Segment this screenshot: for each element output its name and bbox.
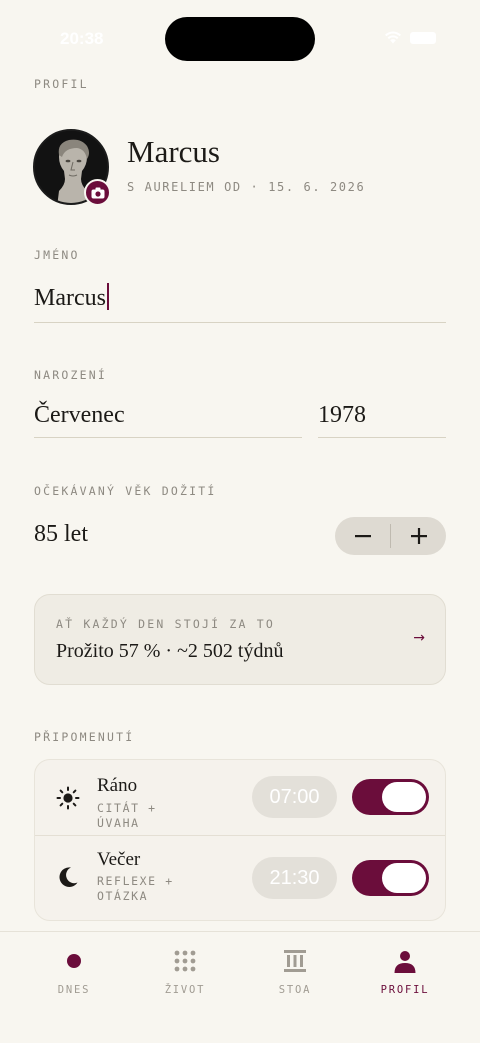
name-input[interactable]: Marcus bbox=[34, 283, 109, 312]
card-label: AŤ KAŽDÝ DEN STOJÍ ZA TO bbox=[56, 617, 275, 631]
tab-bar: DNES ŽIVOT STOA PROFIL bbox=[0, 931, 480, 1043]
reminder-title: Ráno bbox=[97, 775, 138, 796]
toggle-knob bbox=[382, 863, 426, 893]
birth-month-underline bbox=[34, 437, 302, 438]
name-label: JMÉNO bbox=[34, 248, 80, 262]
increase-button[interactable] bbox=[391, 517, 446, 555]
reminder-toggle[interactable] bbox=[352, 779, 429, 815]
reminder-subtitle: CITÁT + ÚVAHA bbox=[97, 801, 157, 830]
profile-name: Marcus bbox=[127, 134, 220, 169]
birth-year-underline bbox=[318, 437, 446, 438]
reminders-list: Ráno CITÁT + ÚVAHA 07:00 Večer REFLEXE +… bbox=[34, 759, 446, 921]
birth-year-input[interactable]: 1978 bbox=[318, 402, 366, 429]
person-icon bbox=[394, 951, 416, 973]
toggle-knob bbox=[382, 782, 426, 812]
status-icons bbox=[384, 31, 436, 44]
reminders-label: PŘIPOMENUTÍ bbox=[34, 730, 135, 744]
tab-stoa[interactable]: STOA bbox=[235, 932, 355, 1012]
life-expectancy-value: 85 let bbox=[34, 521, 88, 547]
column-icon bbox=[284, 950, 306, 972]
name-value: Marcus bbox=[34, 285, 106, 311]
birth-label: NAROZENÍ bbox=[34, 368, 107, 382]
text-caret bbox=[106, 283, 109, 310]
tab-label: DNES bbox=[57, 984, 91, 996]
sun-icon bbox=[56, 786, 80, 810]
reminder-title: Večer bbox=[97, 849, 141, 870]
grid-icon bbox=[174, 950, 196, 972]
tab-dnes[interactable]: DNES bbox=[14, 932, 134, 1012]
reminder-time-button[interactable]: 07:00 bbox=[252, 776, 337, 818]
card-value: Prožito 57 % · ~2 502 týdnů bbox=[56, 640, 284, 662]
page-title: PROFIL bbox=[34, 77, 89, 91]
reminder-toggle[interactable] bbox=[352, 860, 429, 896]
battery-icon bbox=[410, 31, 436, 44]
status-time: 20:38 bbox=[60, 29, 104, 48]
plus-icon bbox=[410, 528, 427, 544]
tab-zivot[interactable]: ŽIVOT bbox=[125, 932, 245, 1012]
status-bar: 20:38 bbox=[0, 0, 480, 76]
reminder-row-evening: Večer REFLEXE + OTÁZKA 21:30 bbox=[35, 836, 445, 911]
name-underline bbox=[34, 322, 446, 323]
moon-icon bbox=[59, 867, 78, 887]
tab-label: STOA bbox=[278, 984, 312, 996]
dot-icon bbox=[67, 954, 81, 968]
birth-month-select[interactable]: Červenec bbox=[34, 402, 125, 429]
dynamic-island bbox=[165, 17, 315, 61]
life-expectancy-label: OČEKÁVANÝ VĚK DOŽITÍ bbox=[34, 484, 217, 498]
profile-since: S AURELIEM OD · 15. 6. 2026 bbox=[127, 180, 366, 194]
minus-icon bbox=[354, 535, 371, 538]
camera-icon[interactable] bbox=[84, 179, 111, 206]
life-progress-card[interactable]: AŤ KAŽDÝ DEN STOJÍ ZA TO Prožito 57 % · … bbox=[34, 594, 446, 685]
arrow-right-icon: → bbox=[413, 630, 425, 646]
reminder-time-button[interactable]: 21:30 bbox=[252, 857, 337, 899]
tab-profil[interactable]: PROFIL bbox=[345, 932, 465, 1012]
reminder-subtitle: REFLEXE + OTÁZKA bbox=[97, 874, 174, 903]
tab-label: PROFIL bbox=[380, 984, 430, 996]
decrease-button[interactable] bbox=[335, 517, 390, 555]
life-expectancy-stepper bbox=[335, 517, 446, 555]
reminder-row-morning: Ráno CITÁT + ÚVAHA 07:00 bbox=[35, 760, 445, 835]
wifi-icon bbox=[385, 31, 401, 44]
tab-label: ŽIVOT bbox=[164, 984, 206, 996]
